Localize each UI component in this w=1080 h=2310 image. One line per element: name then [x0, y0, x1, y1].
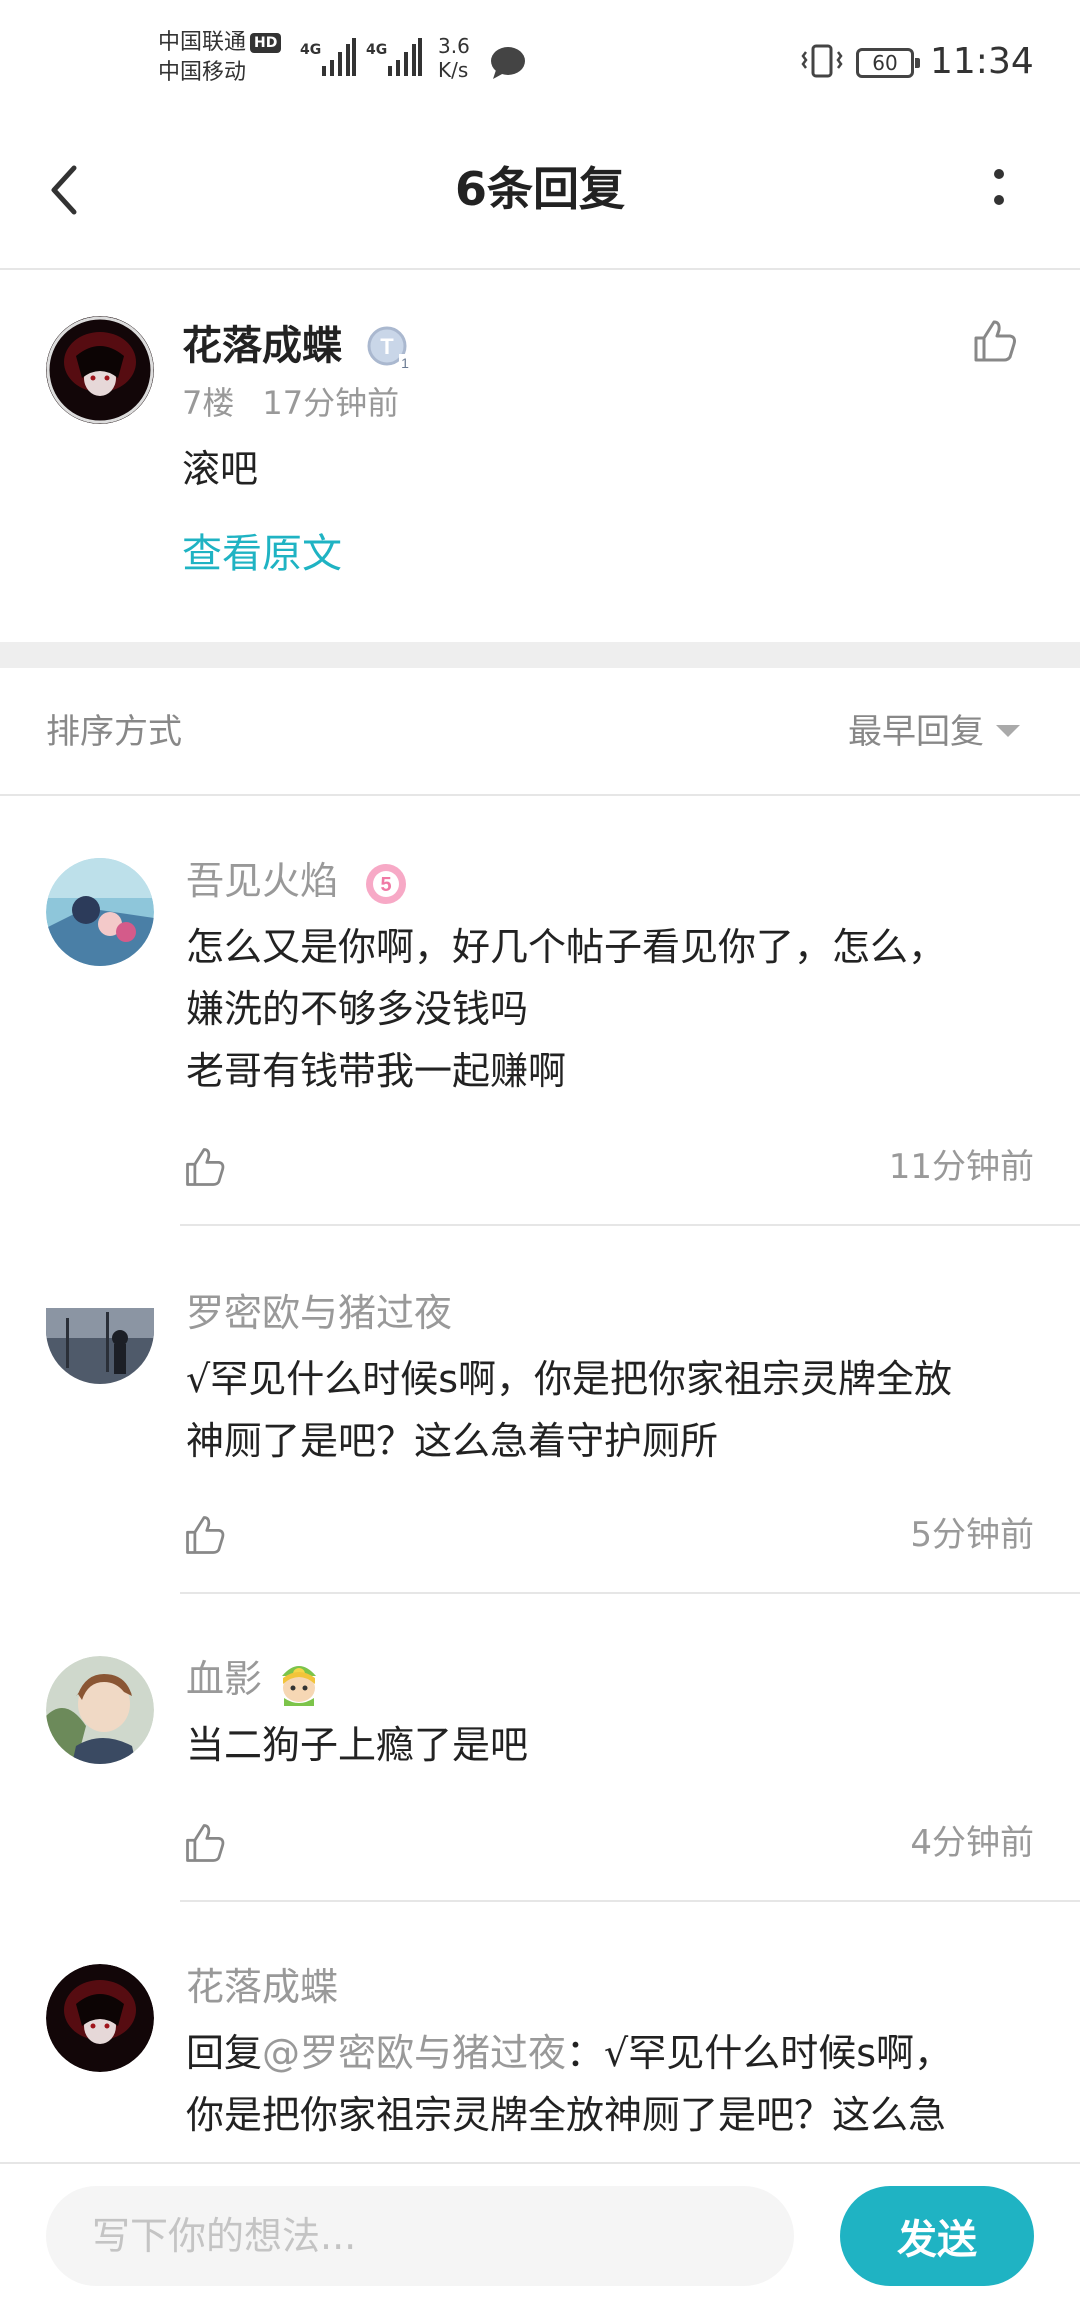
reply-item: 罗密欧与猪过夜 √罕见什么时候s啊，你是把你家祖宗灵牌全放 神厕了是吧？这么急着…: [0, 1228, 1080, 1594]
thumbs-up-icon[interactable]: [182, 1512, 228, 1558]
sort-dropdown[interactable]: 最早回复: [848, 708, 1020, 756]
reply-item: 血影 当二狗子上瘾了是吧 4分钟前: [0, 1594, 1080, 1902]
mention-link[interactable]: @罗密欧与猪过夜: [262, 2031, 566, 2075]
svg-text:T: T: [380, 334, 394, 359]
author-name[interactable]: 罗密欧与猪过夜: [186, 1286, 452, 1340]
status-bar: 中国联通 HD 中国移动 4G 4G 3.6 K/s 60 11:34: [0, 0, 1080, 120]
view-original-link[interactable]: 查看原文: [182, 526, 342, 582]
level-t1-badge-icon: T 1: [367, 326, 411, 371]
thumbs-up-icon[interactable]: [182, 1820, 228, 1866]
sort-label: 排序方式: [46, 712, 182, 752]
post-content: 滚吧: [182, 447, 259, 491]
network-speed: 3.6 K/s: [438, 34, 470, 82]
reply-content: 怎么又是你啊，好几个帖子看见你了，怎么， 嫌洗的不够多没钱吗 老哥有钱带我一起赚…: [186, 925, 947, 1093]
reply-item: 吾见火焰 5 怎么又是你啊，好几个帖子看见你了，怎么， 嫌洗的不够多没钱吗 老哥…: [0, 796, 1080, 1228]
avatar[interactable]: [46, 1308, 154, 1384]
page-title: 6条回复: [454, 162, 625, 216]
level-5-badge-icon: 5: [366, 864, 406, 904]
avatar[interactable]: [46, 316, 154, 424]
message-icon: [491, 47, 525, 79]
author-name[interactable]: 花落成蝶: [186, 1960, 338, 2014]
header: 6条回复: [0, 120, 1080, 270]
reply-time: 4分钟前: [910, 1823, 1034, 1863]
svg-text:1: 1: [401, 355, 409, 371]
vibrate-icon: [801, 44, 843, 78]
carrier-1: 中国联通: [158, 30, 247, 55]
reply-content: 当二狗子上瘾了是吧: [186, 1723, 529, 1767]
reply-content: 回复@罗密欧与猪过夜：√罕见什么时候s啊， 你是把你家祖宗灵牌全放神厕了是吧？这…: [186, 2031, 953, 2137]
clock: 11:34: [930, 41, 1034, 82]
carrier-info: 中国联通 HD 中国移动: [158, 28, 282, 88]
svg-text:5: 5: [380, 874, 391, 896]
send-button[interactable]: 发送: [840, 2186, 1034, 2286]
author-name[interactable]: 花落成蝶: [182, 318, 342, 374]
thumbs-up-icon[interactable]: [182, 1144, 228, 1190]
avatar[interactable]: [46, 858, 154, 966]
hd-badge: HD: [250, 33, 282, 53]
caret-down-icon: [996, 725, 1020, 737]
post-meta: 7楼 17分钟前: [182, 380, 399, 426]
battery-icon: 60: [856, 48, 920, 78]
reply-time: 5分钟前: [910, 1515, 1034, 1555]
post-time: 17分钟前: [262, 384, 400, 422]
author-name[interactable]: 血影: [186, 1652, 262, 1706]
comment-bar: 发送: [0, 2162, 1080, 2310]
divider: [180, 1224, 1080, 1226]
author-name[interactable]: 吾见火焰: [186, 854, 338, 908]
sort-row: 排序方式 最早回复: [0, 668, 1080, 796]
avatar[interactable]: [46, 1964, 154, 2072]
reply-content: √罕见什么时候s啊，你是把你家祖宗灵牌全放 神厕了是吧？这么急着守护厕所: [186, 1357, 953, 1463]
section-divider: [0, 642, 1080, 668]
comment-input[interactable]: [46, 2186, 794, 2286]
reply-item: 花落成蝶 回复@罗密欧与猪过夜：√罕见什么时候s啊， 你是把你家祖宗灵牌全放神厕…: [0, 1902, 1080, 2162]
avatar[interactable]: [46, 1656, 154, 1764]
more-vertical-icon[interactable]: [975, 160, 1023, 220]
floor-label: 7楼: [182, 384, 235, 422]
character-badge-icon: [282, 1666, 316, 1706]
thumbs-up-icon[interactable]: [970, 316, 1020, 366]
original-post: 花落成蝶 T 1 7楼 17分钟前 滚吧 查看原文: [0, 272, 1080, 642]
reply-time: 11分钟前: [888, 1147, 1034, 1187]
carrier-2: 中国移动: [158, 60, 247, 85]
